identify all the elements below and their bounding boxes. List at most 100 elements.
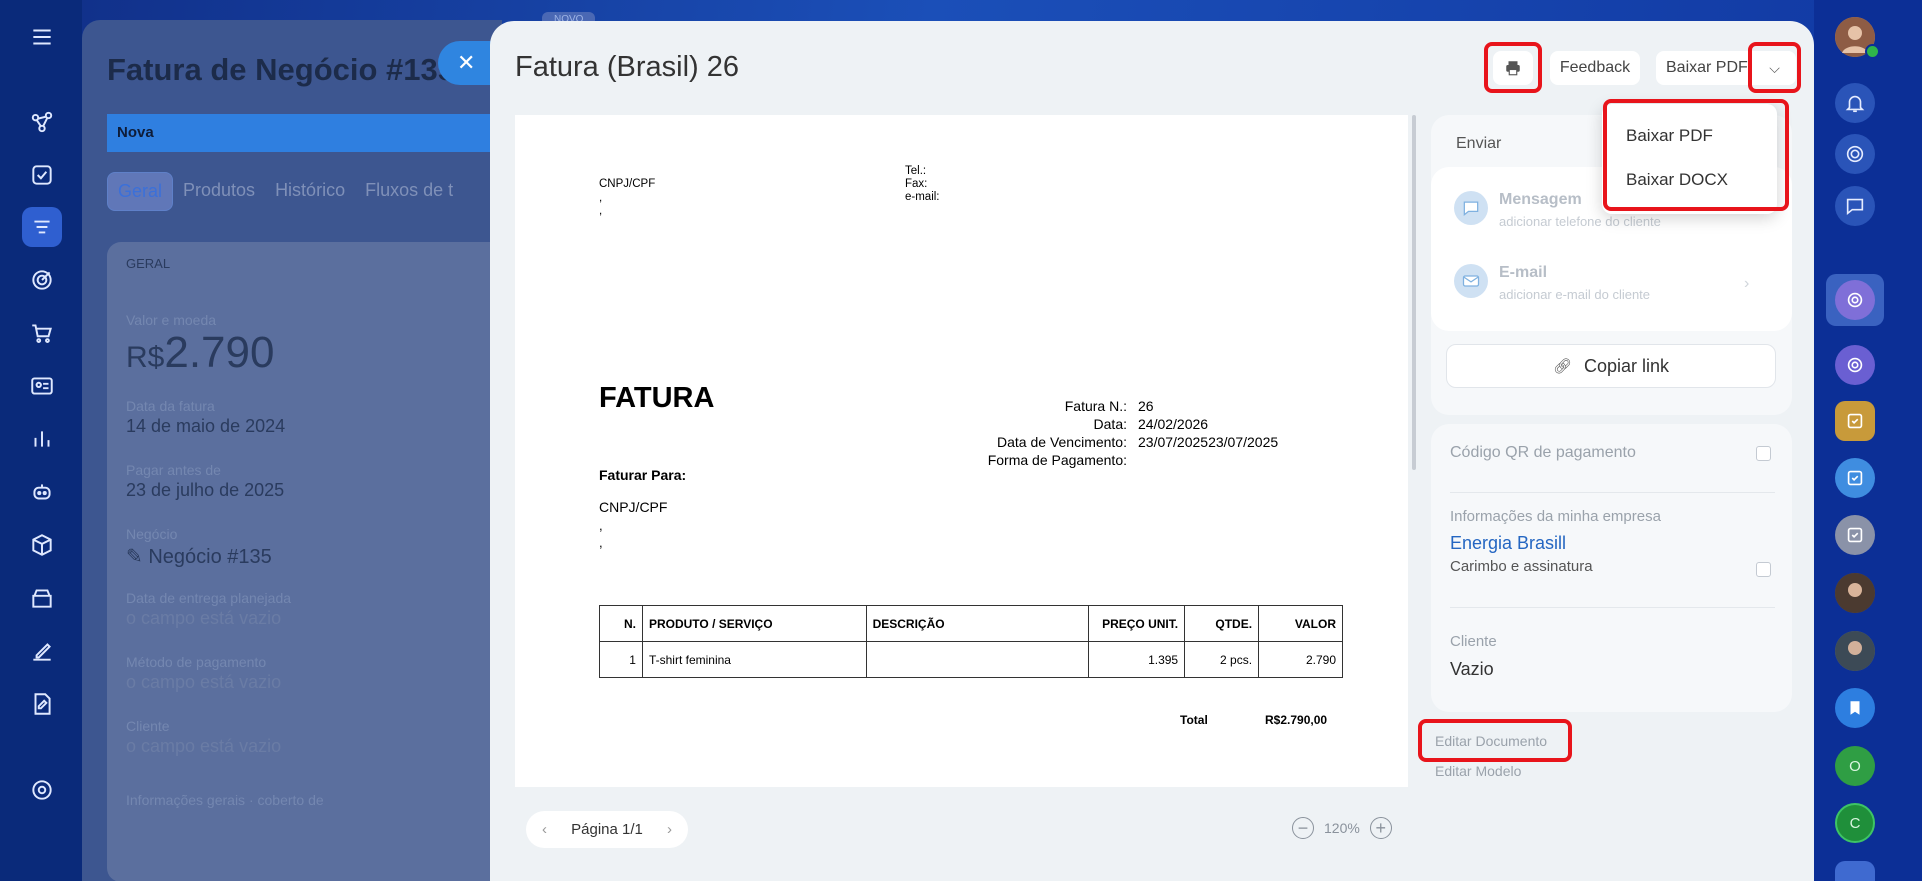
copilot-app-icon[interactable] bbox=[1835, 280, 1875, 320]
close-icon: ✕ bbox=[457, 50, 476, 75]
contact-o-icon[interactable]: O bbox=[1835, 746, 1875, 786]
bill-to-label: Faturar Para: bbox=[599, 467, 687, 483]
total-label: Total bbox=[1180, 713, 1208, 727]
menu-icon[interactable] bbox=[22, 17, 62, 57]
sign-icon[interactable] bbox=[22, 631, 62, 671]
cart-icon[interactable] bbox=[22, 313, 62, 353]
meta-label: Data de Vencimento: bbox=[997, 434, 1127, 450]
invoice-meta-labels: Fatura N.: Data: Data de Vencimento: For… bbox=[905, 397, 1127, 469]
page-label: Página 1/1 bbox=[571, 821, 643, 838]
field-data: Data da fatura 14 de maio de 2024 bbox=[126, 398, 285, 437]
download-label: Baixar PDF bbox=[1666, 59, 1748, 76]
task-app-icon-2[interactable] bbox=[1835, 458, 1875, 498]
qr-label: Código QR de pagamento bbox=[1450, 444, 1636, 461]
zoom-in-button[interactable]: + bbox=[1369, 817, 1392, 839]
contact-avatar-2[interactable] bbox=[1835, 631, 1875, 671]
contact-card-icon[interactable] bbox=[22, 366, 62, 406]
prev-page-button[interactable]: ‹ bbox=[542, 821, 547, 838]
field-cliente: Cliente o campo está vazio bbox=[126, 718, 281, 757]
panel-title: Fatura (Brasil) 26 bbox=[515, 51, 740, 83]
crm-icon[interactable] bbox=[22, 207, 62, 247]
client-label: Cliente bbox=[1450, 633, 1497, 650]
left-sidebar bbox=[0, 0, 82, 881]
highlight-edit-document bbox=[1418, 719, 1572, 762]
deal-tabs: Geral Produtos Histórico Fluxos de t bbox=[107, 172, 463, 211]
field-extra: Informações gerais · coberto de bbox=[126, 792, 324, 808]
target-icon[interactable] bbox=[22, 260, 62, 300]
message-option[interactable]: Mensagem bbox=[1499, 191, 1582, 209]
table-row: 1 T-shirt feminina 1.395 2 pcs. 2.790 bbox=[599, 641, 1343, 678]
col-n: N. bbox=[599, 605, 643, 642]
preview-scrollbar[interactable] bbox=[1412, 115, 1416, 470]
copilot-app-icon-2[interactable] bbox=[1835, 345, 1875, 385]
cell: 2.790 bbox=[1258, 641, 1343, 678]
task-app-icon-3[interactable] bbox=[1835, 515, 1875, 555]
bookmark-icon[interactable] bbox=[1835, 688, 1875, 728]
company-link[interactable]: Energia Brasill bbox=[1450, 533, 1566, 554]
contact-avatar-1[interactable] bbox=[1835, 573, 1875, 613]
box-icon[interactable] bbox=[22, 525, 62, 565]
store-icon[interactable] bbox=[22, 578, 62, 618]
field-label: Método de pagamento bbox=[126, 654, 267, 670]
cell: 2 pcs. bbox=[1184, 641, 1260, 678]
field-metodo: Método de pagamento o campo está vazio bbox=[126, 654, 281, 693]
close-slider-button[interactable]: ✕ bbox=[438, 41, 494, 85]
highlight-dropdown bbox=[1603, 99, 1789, 211]
col-produto: PRODUTO / SERVIÇO bbox=[641, 605, 867, 642]
network-icon[interactable] bbox=[22, 102, 62, 142]
settings-icon[interactable] bbox=[22, 770, 62, 810]
copy-link-label: Copiar link bbox=[1584, 355, 1670, 376]
chat-icon[interactable] bbox=[1835, 186, 1875, 226]
field-valor: Valor e moeda R$2.790 bbox=[126, 312, 274, 378]
meta-value: 24/02/2026 bbox=[1138, 416, 1209, 432]
tab-historico[interactable]: Histórico bbox=[265, 172, 355, 211]
tab-fluxos[interactable]: Fluxos de t bbox=[355, 172, 463, 211]
meta-value: 26 bbox=[1138, 398, 1154, 414]
invoice-panel: Fatura (Brasil) 26 Feedback Baixar PDF ⌵… bbox=[490, 21, 1814, 881]
stage-bar[interactable]: Nova bbox=[107, 114, 502, 152]
currency: R$ bbox=[126, 341, 165, 374]
zoom-out-button[interactable]: − bbox=[1292, 817, 1314, 839]
col-preco: PREÇO UNIT. bbox=[1088, 605, 1186, 642]
field-negocio: Negócio ✎ Negócio #135 bbox=[126, 526, 272, 569]
link-icon: 🔗︎ bbox=[1552, 358, 1572, 375]
analytics-icon[interactable] bbox=[22, 419, 62, 459]
doc-edit-icon: ✎ bbox=[126, 546, 149, 568]
divider bbox=[1450, 492, 1775, 493]
stamp-checkbox[interactable] bbox=[1756, 562, 1771, 577]
cell: T-shirt feminina bbox=[641, 641, 867, 678]
field-value: o campo está vazio bbox=[126, 608, 282, 628]
negocio-link[interactable]: ✎ Negócio #135 bbox=[126, 544, 272, 569]
copilot-icon[interactable] bbox=[1835, 134, 1875, 174]
right-sidebar: O C bbox=[1814, 0, 1922, 881]
zoom-control: − 120% + bbox=[1292, 817, 1392, 839]
field-value: 23 de julho de 2025 bbox=[126, 480, 285, 500]
next-page-button[interactable]: › bbox=[667, 821, 672, 838]
field-value: o campo está vazio bbox=[126, 672, 282, 692]
online-status-icon bbox=[1865, 44, 1880, 59]
company-label: Informações da minha empresa bbox=[1450, 508, 1661, 525]
document-edit-icon[interactable] bbox=[22, 684, 62, 724]
bell-icon[interactable] bbox=[1835, 83, 1875, 123]
tab-produtos[interactable]: Produtos bbox=[173, 172, 265, 211]
col-valor: VALOR bbox=[1258, 605, 1343, 642]
contact-c-icon[interactable]: C bbox=[1835, 803, 1875, 843]
edit-model-link[interactable]: Editar Modelo bbox=[1435, 763, 1521, 779]
copy-link-button[interactable]: 🔗︎ Copiar link bbox=[1446, 344, 1776, 388]
more-app-icon[interactable] bbox=[1835, 861, 1875, 881]
tasks-icon[interactable] bbox=[22, 155, 62, 195]
tab-geral[interactable]: Geral bbox=[107, 172, 174, 211]
cell bbox=[865, 641, 1090, 678]
message-sub: adicionar telefone do cliente bbox=[1499, 214, 1661, 229]
divider bbox=[1450, 607, 1775, 608]
robot-icon[interactable] bbox=[22, 472, 62, 512]
items-table: N. PRODUTO / SERVIÇO DESCRIÇÃO PREÇO UNI… bbox=[599, 605, 1343, 678]
task-app-icon[interactable] bbox=[1835, 401, 1875, 441]
qr-checkbox[interactable] bbox=[1756, 446, 1771, 461]
feedback-button[interactable]: Feedback bbox=[1550, 51, 1640, 85]
field-value: 14 de maio de 2024 bbox=[126, 416, 286, 436]
comma: , bbox=[599, 192, 603, 204]
meta-label: Data: bbox=[1093, 416, 1127, 432]
send-title: Enviar bbox=[1456, 135, 1502, 152]
email-option[interactable]: E-mail bbox=[1499, 264, 1547, 282]
